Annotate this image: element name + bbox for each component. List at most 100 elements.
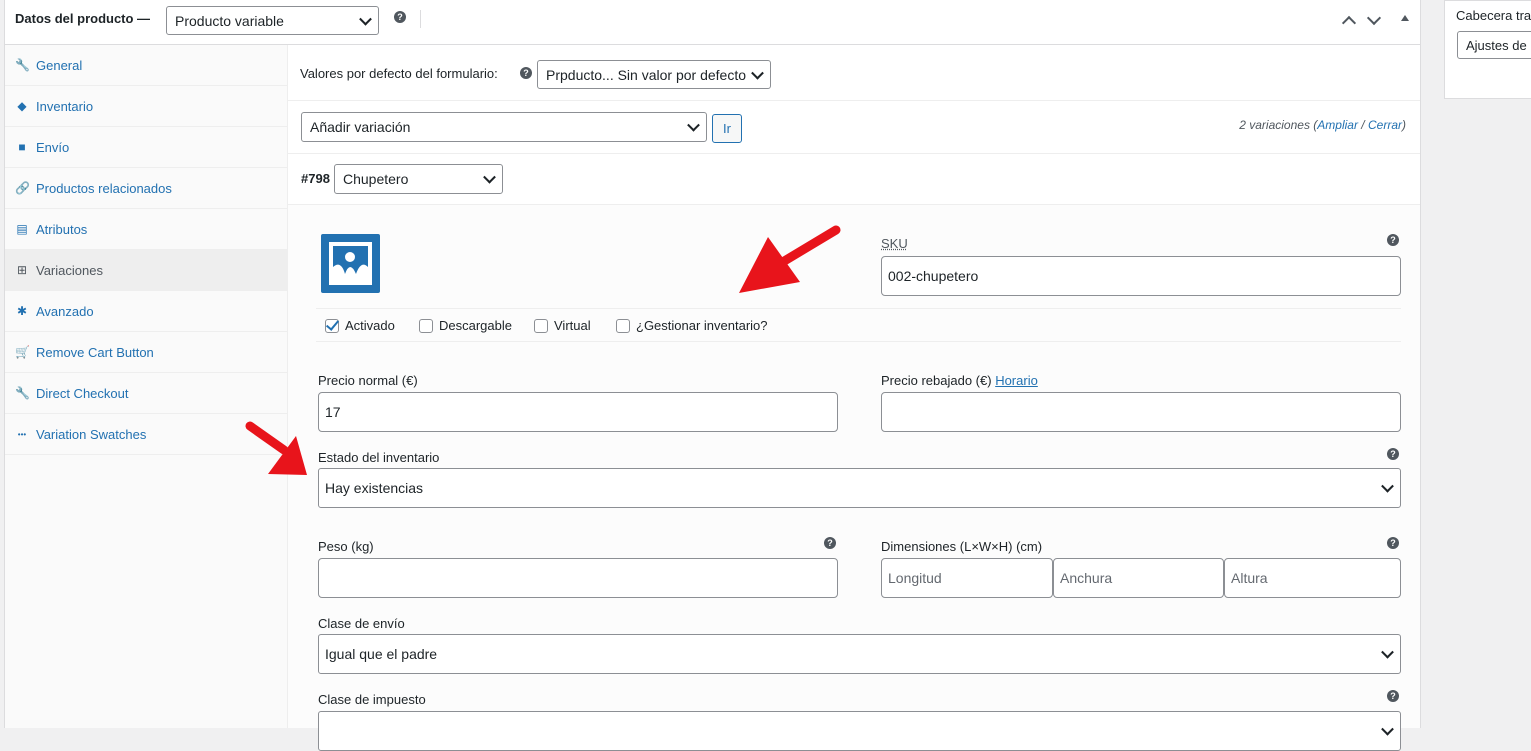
cart-icon: 🛒 [15, 345, 30, 359]
tab-inventario[interactable]: ◆ Inventario [5, 86, 287, 127]
variation-actions-row: Añadir variación Ir 2 variaciones (Ampli… [288, 101, 1420, 154]
checkbox-label: Activado [345, 318, 395, 333]
ellipsis-icon: ••• [17, 429, 27, 439]
divider [316, 308, 1401, 309]
height-input[interactable]: Altura [1224, 558, 1401, 598]
tab-variaciones[interactable]: ⊞ Variaciones [5, 250, 287, 291]
checkbox-box[interactable] [325, 318, 339, 333]
close-all-link[interactable]: Cerrar [1368, 118, 1402, 132]
variation-header-row[interactable]: #798 Chupetero [288, 154, 1420, 205]
link-separator: / [1357, 118, 1368, 132]
checkbox-label: Virtual [554, 318, 591, 333]
tab-label: Variation Swatches [36, 426, 147, 442]
checkbox-label: Descargable [439, 318, 512, 333]
sale-price-input[interactable] [881, 392, 1401, 432]
collapse-toggle-icon[interactable] [1401, 15, 1409, 21]
add-variation-value: Añadir variación [310, 119, 411, 135]
default-value-text: Prpducto... Sin valor por defecto [546, 66, 746, 83]
chevron-down-icon [751, 66, 764, 80]
chevron-down-icon [359, 12, 372, 26]
chevron-down-icon [1381, 479, 1394, 493]
shipping-class-label: Clase de envío [318, 616, 405, 631]
checkbox-label: ¿Gestionar inventario? [636, 318, 768, 333]
sale-schedule-link[interactable]: Horario [995, 373, 1038, 388]
regular-price-input[interactable]: 17 [318, 392, 838, 432]
variation-id: #798 [301, 171, 330, 186]
tab-direct-checkout[interactable]: 🔧 Direct Checkout [5, 373, 287, 414]
move-up-icon[interactable] [1341, 15, 1357, 31]
tab-envio[interactable]: ■ Envío [5, 127, 287, 168]
product-data-header: Datos del producto — Producto variable ? [5, 0, 1420, 45]
help-icon[interactable]: ? [394, 11, 406, 23]
weight-label: Peso (kg) [318, 539, 374, 554]
tab-label: General [36, 57, 83, 73]
default-form-values-label: Valores por defecto del formulario: [300, 66, 498, 81]
sale-price-label-text: Precio rebajado (€) [881, 373, 992, 388]
tab-label: Inventario [36, 98, 94, 114]
tab-avanzado[interactable]: ✱ Avanzado [5, 291, 287, 332]
tab-atributos[interactable]: ▤ Atributos [5, 209, 287, 250]
chevron-down-icon [483, 170, 496, 184]
chevron-down-icon [687, 118, 700, 132]
expand-all-link[interactable]: Ampliar [1317, 118, 1358, 132]
help-icon[interactable]: ? [520, 67, 532, 79]
side-panel-title: Cabecera tra [1456, 8, 1531, 23]
product-data-panel: Datos del producto — Producto variable ?… [4, 0, 1421, 751]
weight-input[interactable] [318, 558, 838, 598]
truck-icon: ■ [18, 140, 26, 154]
divider [316, 341, 1401, 342]
product-data-tabs: 🔧 General ◆ Inventario ■ Envío 🔗 Product… [5, 45, 288, 728]
checkbox-box[interactable] [616, 318, 630, 333]
product-type-value: Producto variable [175, 12, 284, 29]
list-icon: ▤ [16, 222, 28, 236]
close-paren: ) [1402, 118, 1406, 132]
tab-label: Productos relacionados [36, 180, 172, 196]
product-data-title: Datos del producto — [15, 11, 151, 26]
sku-label: SKU [881, 236, 908, 251]
help-icon[interactable]: ? [824, 537, 836, 549]
tab-general[interactable]: 🔧 General [5, 45, 287, 86]
header-divider [420, 10, 421, 28]
default-value-select[interactable]: Prpducto... Sin valor por defecto [537, 60, 771, 89]
sku-input[interactable]: 002-chupetero [881, 256, 1401, 296]
tab-remove-cart-button[interactable]: 🛒 Remove Cart Button [5, 332, 287, 373]
tab-label: Remove Cart Button [36, 344, 154, 360]
default-form-values-row: Valores por defecto del formulario: ? Pr… [288, 45, 1420, 101]
enabled-checkbox[interactable]: Activado [325, 318, 395, 333]
go-button[interactable]: Ir [712, 114, 742, 143]
gear-icon: ✱ [16, 304, 28, 318]
variation-count: 2 variaciones (Ampliar / Cerrar) [1239, 118, 1406, 132]
variations-panel: Valores por defecto del formulario: ? Pr… [288, 45, 1420, 751]
tab-label: Variaciones [36, 262, 103, 278]
stock-status-label: Estado del inventario [318, 450, 440, 465]
help-icon[interactable]: ? [1387, 537, 1399, 549]
variation-image-icon[interactable] [321, 234, 380, 293]
move-down-icon[interactable] [1366, 10, 1382, 26]
width-input[interactable]: Anchura [1053, 558, 1224, 598]
manage-stock-checkbox[interactable]: ¿Gestionar inventario? [616, 318, 768, 333]
checkbox-box[interactable] [534, 318, 548, 333]
shipping-class-select[interactable]: Igual que el padre [318, 634, 1401, 674]
wrench-icon: 🔧 [15, 58, 30, 72]
tax-class-select[interactable] [318, 711, 1401, 751]
checkbox-box[interactable] [419, 318, 433, 333]
side-panel-select[interactable]: Ajustes de [1457, 31, 1531, 59]
stock-status-select[interactable]: Hay existencias [318, 468, 1401, 508]
tab-label: Atributos [36, 221, 88, 237]
product-type-select[interactable]: Producto variable [166, 6, 379, 35]
chevron-down-icon [1381, 722, 1394, 736]
variation-attribute-value: Chupetero [343, 171, 409, 187]
tax-class-label: Clase de impuesto [318, 692, 426, 707]
tab-productos-relacionados[interactable]: 🔗 Productos relacionados [5, 168, 287, 209]
add-variation-select[interactable]: Añadir variación [301, 112, 707, 142]
downloadable-checkbox[interactable]: Descargable [419, 318, 512, 333]
help-icon[interactable]: ? [1387, 690, 1399, 702]
variation-attribute-select[interactable]: Chupetero [334, 164, 503, 194]
help-icon[interactable]: ? [1387, 448, 1399, 460]
grid-icon: ⊞ [16, 263, 28, 277]
tab-variation-swatches[interactable]: ••• Variation Swatches [5, 414, 287, 455]
virtual-checkbox[interactable]: Virtual [534, 318, 591, 333]
length-input[interactable]: Longitud [881, 558, 1053, 598]
help-icon[interactable]: ? [1387, 234, 1399, 246]
tab-label: Envío [36, 139, 70, 155]
